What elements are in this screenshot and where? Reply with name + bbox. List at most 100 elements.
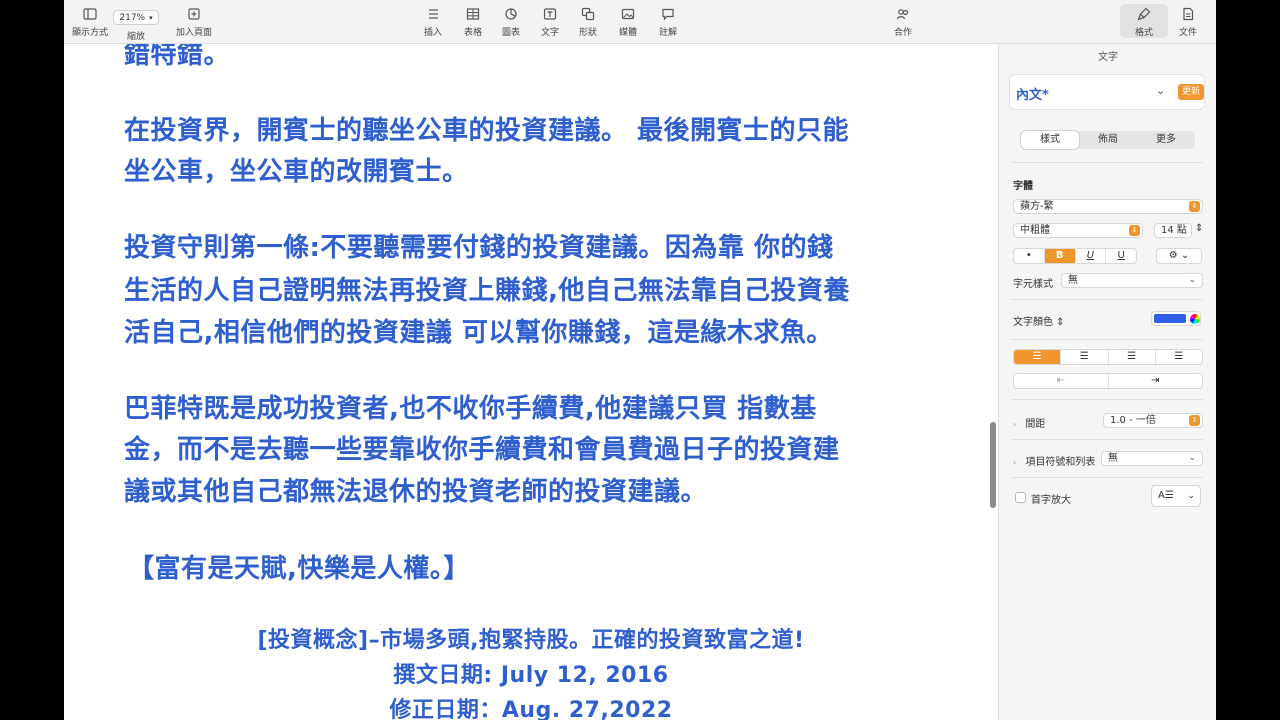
article-title[interactable]: [投資概念]–市場多頭,抱緊持股。正確的投資致富之道! (64, 622, 998, 654)
revised-date[interactable]: 修正日期：Aug. 27,2022 (64, 692, 998, 720)
chart-label: 圖表 (501, 28, 520, 38)
tab-more[interactable]: 更多 (1137, 131, 1195, 149)
paintbrush-icon (1136, 6, 1152, 22)
bold-button[interactable]: B (1044, 249, 1076, 263)
align-justify-icon[interactable]: ☰ (1156, 350, 1202, 364)
dropcap-checkbox[interactable] (1015, 492, 1026, 503)
divider (1011, 339, 1203, 340)
update-style-button[interactable]: 更新 (1178, 84, 1204, 100)
add-page-label: 加入頁面 (175, 28, 212, 38)
paragraph-style-selector[interactable]: 內文* ⌄ 更新 (1009, 74, 1205, 110)
dropcap-label: 首字放大 (1031, 495, 1071, 506)
vertical-scrollbar[interactable] (990, 422, 996, 508)
bullet-style-button[interactable]: • (1014, 249, 1045, 263)
stepper-icon[interactable]: ⇕ (1195, 223, 1203, 234)
decrease-indent-icon[interactable]: ⇤ (1014, 374, 1109, 388)
italic-button[interactable]: U (1076, 249, 1107, 263)
bullets-popup[interactable]: 無 ⌄ (1101, 451, 1203, 466)
body-line[interactable]: 投資守則第一條:不要聽需要付錢的投資建議。因為靠 你的錢 (124, 227, 833, 264)
paragraph-style-name: 內文* (1016, 88, 1049, 103)
body-line[interactable]: 在投資界，開賓士的聽坐公車的投資建議。 最後開賓士的只能 (124, 110, 849, 147)
media-label: 媒體 (618, 28, 637, 38)
tab-style[interactable]: 樣式 (1021, 131, 1079, 149)
tab-layout[interactable]: 佈局 (1079, 131, 1137, 149)
divider (1011, 439, 1203, 440)
comment-button[interactable]: 註解 (644, 6, 692, 38)
plus-square-icon (186, 6, 202, 22)
gear-icon: ⚙ ⌄ (1168, 250, 1190, 261)
add-page-button[interactable]: 加入頁面 (170, 6, 218, 38)
collaborate-button[interactable]: 合作 (879, 6, 927, 38)
alignment-buttons: ☰ ☰ ☰ ☰ (1013, 349, 1203, 365)
color-swatch[interactable] (1154, 314, 1186, 323)
letterbox-left (0, 0, 64, 720)
document-canvas[interactable]: 錯特錯。 在投資界，開賓士的聽坐公車的投資建議。 最後開賓士的只能 坐公車，坐公… (64, 44, 998, 720)
zoom-dropdown[interactable]: 217% ▾ (113, 10, 159, 25)
spacing-popup[interactable]: 1.0 - 一倍 ⇕ (1103, 413, 1203, 428)
body-line[interactable]: 生活的人自己證明無法再投資上賺錢,他自己無法靠自己投資養 (124, 270, 850, 307)
body-line[interactable]: 活自己,相信他們的投資建議 可以幫你賺錢，這是緣木求魚。 (124, 312, 833, 349)
photo-icon (620, 6, 636, 22)
written-date[interactable]: 撰文日期: July 12, 2016 (64, 657, 998, 689)
zoom-control[interactable]: 217% ▾ 縮放 (112, 10, 160, 42)
text-color-text: 文字顏色 (1013, 317, 1053, 328)
font-weight-popup[interactable]: 中粗體 ⇕ (1013, 223, 1143, 238)
body-line[interactable]: 巴菲特既是成功投資者,也不收你手續費,他建議只買 指數基 (124, 388, 817, 425)
shape-icon (580, 6, 596, 22)
shape-label: 形狀 (578, 28, 597, 38)
chevron-right-icon: › (1013, 458, 1017, 467)
stepper-arrows-icon: ⇕ (1189, 415, 1200, 426)
motto-line[interactable]: 【富有是天賦,快樂是人權。】 (128, 548, 470, 585)
font-size-value: 14 點 (1161, 225, 1187, 236)
format-inspector: 文字 內文* ⌄ 更新 樣式 佈局 更多 字體 蘋方-繁 ⇕ 中粗體 ⇕ 14 … (998, 44, 1216, 720)
text-color-well[interactable] (1151, 311, 1201, 326)
text-cursor-icon: I (489, 405, 493, 419)
chevron-down-icon: ⌄ (1188, 453, 1196, 463)
bullets-label: 項目符號和列表 (1025, 457, 1096, 468)
chevron-down-icon: ⌄ (1187, 491, 1195, 501)
body-line[interactable]: 議或其他自己都無法退休的投資老師的投資建議。 (124, 471, 707, 508)
letterbox-right (1216, 0, 1280, 720)
font-size-field[interactable]: 14 點 (1154, 223, 1192, 238)
zoom-label: 縮放 (126, 32, 145, 42)
app-window: 顯示方式 217% ▾ 縮放 加入頁面 插入 表格 圖表 文字 形狀 媒體 註解… (0, 0, 1280, 720)
bullets-value: 無 (1108, 453, 1118, 464)
font-family-popup[interactable]: 蘋方-繁 ⇕ (1013, 199, 1203, 214)
text-options-button[interactable]: ⚙ ⌄ (1156, 248, 1202, 264)
document-icon (1180, 6, 1196, 22)
stepper-arrows-icon: ⇕ (1129, 225, 1140, 236)
chevron-down-icon: ⌄ (1156, 84, 1166, 97)
view-button[interactable]: 顯示方式 (66, 6, 114, 38)
indent-buttons: ⇤ ⇥ (1013, 373, 1203, 389)
sidebar-icon (82, 6, 98, 22)
color-wheel-icon[interactable] (1190, 314, 1200, 324)
format-label: 格式 (1134, 28, 1153, 38)
align-center-icon[interactable]: ☰ (1061, 350, 1109, 364)
body-line[interactable]: 金，而不是去聽一些要靠收你手續費和會員費過日子的投資建 (124, 429, 840, 466)
body-line[interactable]: 錯特錯。 (124, 44, 230, 71)
divider (1011, 299, 1203, 300)
char-style-value: 無 (1068, 275, 1078, 286)
align-left-icon[interactable]: ☰ (1014, 350, 1062, 364)
table-label: 表格 (463, 28, 482, 38)
body-line[interactable]: 坐公車，坐公車的改開賓士。 (124, 151, 469, 188)
chart-icon (503, 6, 519, 22)
document-button[interactable]: 文件 (1164, 6, 1212, 38)
align-right-icon[interactable]: ☰ (1109, 350, 1156, 364)
font-style-buttons: • B U U (1013, 248, 1137, 264)
underline-button[interactable]: U (1106, 249, 1136, 263)
increase-indent-icon[interactable]: ⇥ (1109, 374, 1203, 388)
collaborate-label: 合作 (893, 28, 912, 38)
spacing-disclosure[interactable]: › 間距 (1013, 415, 1045, 430)
comment-label: 註解 (658, 28, 677, 38)
bullets-disclosure[interactable]: › 項目符號和列表 (1013, 453, 1095, 468)
font-weight-value: 中粗體 (1020, 225, 1050, 236)
format-button[interactable]: 格式 (1120, 4, 1168, 38)
stepper-arrows-icon: ⇕ (1189, 201, 1200, 212)
collaborate-icon (895, 6, 911, 22)
font-family-value: 蘋方-繁 (1020, 201, 1054, 212)
table-icon (465, 6, 481, 22)
dropcap-style-popup[interactable]: A☰ ⌄ (1151, 485, 1201, 507)
spacing-label: 間距 (1025, 419, 1046, 430)
char-style-popup[interactable]: 無 ⌄ (1061, 273, 1203, 288)
